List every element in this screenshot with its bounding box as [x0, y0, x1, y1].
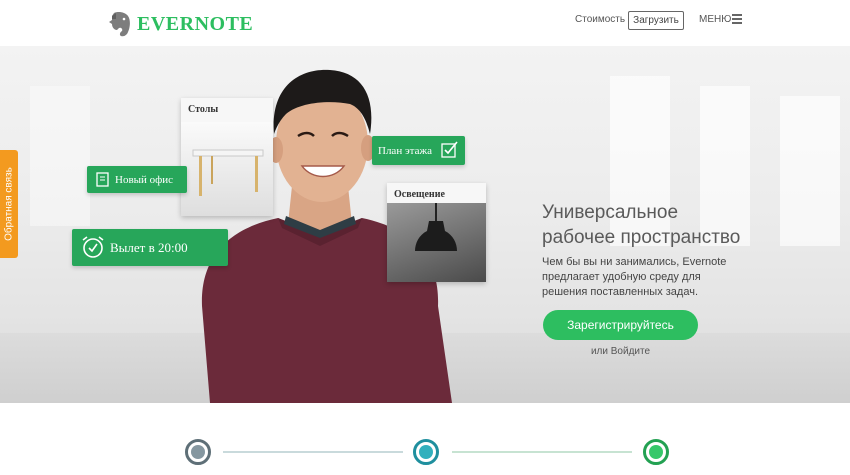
- hamburger-icon[interactable]: [732, 14, 742, 24]
- login-link[interactable]: или Войдите: [543, 346, 698, 357]
- alarm-clock-icon: [82, 236, 104, 258]
- logo[interactable]: EVERNOTE: [108, 10, 253, 38]
- table-image: [181, 122, 273, 216]
- header: EVERNOTE Стоимость Загрузить МЕНЮ: [0, 0, 850, 46]
- step-indicator-1[interactable]: [185, 439, 211, 465]
- step-indicator-2[interactable]: [413, 439, 439, 465]
- note-flight: Вылет в 20:00: [72, 229, 228, 266]
- headline-line: Универсальное: [542, 202, 679, 223]
- background-window: [780, 96, 840, 246]
- menu-link[interactable]: МЕНЮ: [699, 14, 731, 25]
- feedback-tab[interactable]: Обратная связь: [0, 150, 18, 258]
- tables-card: Столы: [181, 98, 273, 216]
- background-window: [30, 86, 90, 226]
- elephant-icon: [109, 12, 130, 37]
- headline-line: рабочее пространство: [542, 227, 741, 248]
- note-floor-plan-label: План этажа: [378, 144, 432, 157]
- feedback-label: Обратная связь: [3, 167, 15, 241]
- download-button[interactable]: Загрузить: [628, 11, 684, 30]
- hero-headline: Универсальное рабочее пространство: [542, 200, 762, 250]
- step-indicator-3[interactable]: [643, 439, 669, 465]
- hero-lead: Чем бы вы ни занимались, Evernote предла…: [542, 255, 742, 300]
- lead-line: предлагает удобную среду для: [542, 271, 701, 283]
- tables-card-title: Столы: [188, 104, 219, 115]
- lighting-card-title: Освещение: [394, 189, 445, 200]
- logo-text: EVERNOTE: [137, 12, 254, 35]
- note-flight-label: Вылет в 20:00: [110, 239, 188, 255]
- notebook-icon: [96, 172, 109, 187]
- lead-line: решения поставленных задач.: [542, 286, 698, 298]
- note-new-office: Новый офис: [87, 166, 187, 193]
- step-connector: [452, 451, 632, 453]
- step-connector: [223, 451, 403, 453]
- checkbox-icon: [441, 141, 458, 158]
- lamp-image: [387, 203, 486, 282]
- lighting-card: Освещение: [387, 183, 486, 282]
- note-new-office-label: Новый офис: [115, 173, 174, 186]
- steps-section: [0, 403, 850, 475]
- signup-button[interactable]: Зарегистрируйтесь: [543, 310, 698, 340]
- lead-line: Чем бы вы ни занимались, Evernote: [542, 256, 727, 268]
- note-floor-plan: План этажа: [372, 136, 465, 165]
- nav-pricing-link[interactable]: Стоимость: [575, 14, 625, 25]
